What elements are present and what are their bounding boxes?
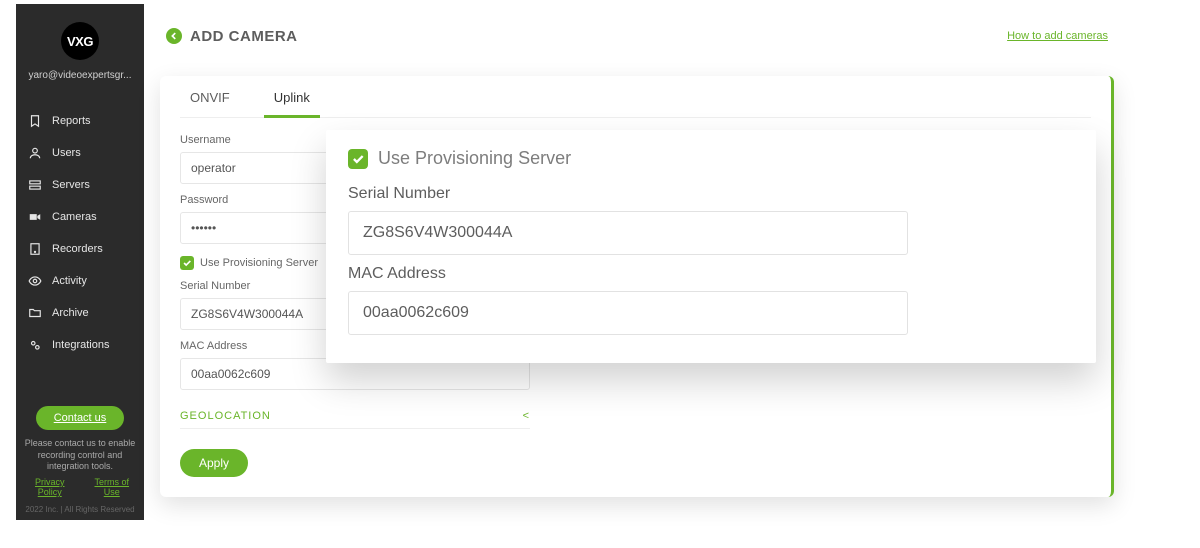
recorder-icon <box>28 242 42 256</box>
contact-us-button[interactable]: Contact us <box>36 406 125 430</box>
sidebar-item-reports[interactable]: Reports <box>22 107 138 135</box>
tabs: ONVIF Uplink <box>180 76 1091 118</box>
sidebar-item-integrations[interactable]: Integrations <box>22 331 138 359</box>
terms-of-use-link[interactable]: Terms of Use <box>85 477 138 497</box>
eye-icon <box>28 274 42 288</box>
overlay-serial-input[interactable] <box>348 211 908 255</box>
bookmark-icon <box>28 114 42 128</box>
gears-icon <box>28 338 42 352</box>
overlay-provisioning-checkbox-row[interactable]: Use Provisioning Server <box>348 148 1074 169</box>
nav-list: Reports Users Servers Cameras Recorders … <box>22 107 138 359</box>
sidebar-item-label: Activity <box>52 275 87 287</box>
sidebar-item-label: Integrations <box>52 339 109 351</box>
user-icon <box>28 146 42 160</box>
tab-onvif[interactable]: ONVIF <box>180 76 240 118</box>
sidebar-item-label: Recorders <box>52 243 103 255</box>
page-header: ADD CAMERA How to add cameras <box>160 12 1114 60</box>
sidebar-item-recorders[interactable]: Recorders <box>22 235 138 263</box>
overlay-mac-input[interactable] <box>348 291 908 335</box>
page-title: ADD CAMERA <box>190 28 298 45</box>
geolocation-label: GEOLOCATION <box>180 410 271 422</box>
provisioning-label: Use Provisioning Server <box>200 257 318 269</box>
sidebar-links: Privacy Policy Terms of Use <box>22 477 138 497</box>
user-email: yaro@videoexpertsgr... <box>29 70 132 81</box>
chevron-left-icon: < <box>523 410 530 422</box>
overlay-provisioning-label: Use Provisioning Server <box>378 148 571 169</box>
checkmark-icon <box>348 149 368 169</box>
sidebar-item-label: Servers <box>52 179 90 191</box>
privacy-policy-link[interactable]: Privacy Policy <box>22 477 77 497</box>
overlay-mac-label: MAC Address <box>348 265 1074 283</box>
help-link[interactable]: How to add cameras <box>1007 30 1108 42</box>
back-icon[interactable] <box>166 28 182 44</box>
sidebar-item-label: Reports <box>52 115 91 127</box>
sidebar: VXG yaro@videoexpertsgr... Reports Users… <box>16 4 144 520</box>
sidebar-item-activity[interactable]: Activity <box>22 267 138 295</box>
overlay-serial-label: Serial Number <box>348 185 1074 203</box>
checkmark-icon <box>180 256 194 270</box>
folder-icon <box>28 306 42 320</box>
sidebar-item-cameras[interactable]: Cameras <box>22 203 138 231</box>
server-icon <box>28 178 42 192</box>
brand-logo: VXG <box>61 22 99 60</box>
camera-icon <box>28 210 42 224</box>
sidebar-message: Please contact us to enable recording co… <box>22 438 138 473</box>
provisioning-popover: Use Provisioning Server Serial Number MA… <box>326 130 1096 363</box>
sidebar-item-users[interactable]: Users <box>22 139 138 167</box>
sidebar-footer: 2022 Inc. | All Rights Reserved <box>25 505 134 514</box>
sidebar-item-archive[interactable]: Archive <box>22 299 138 327</box>
tab-uplink[interactable]: Uplink <box>264 76 320 118</box>
sidebar-item-label: Users <box>52 147 81 159</box>
sidebar-item-label: Cameras <box>52 211 97 223</box>
sidebar-item-servers[interactable]: Servers <box>22 171 138 199</box>
geolocation-section[interactable]: GEOLOCATION < <box>180 410 530 429</box>
apply-button[interactable]: Apply <box>180 449 248 477</box>
sidebar-item-label: Archive <box>52 307 89 319</box>
